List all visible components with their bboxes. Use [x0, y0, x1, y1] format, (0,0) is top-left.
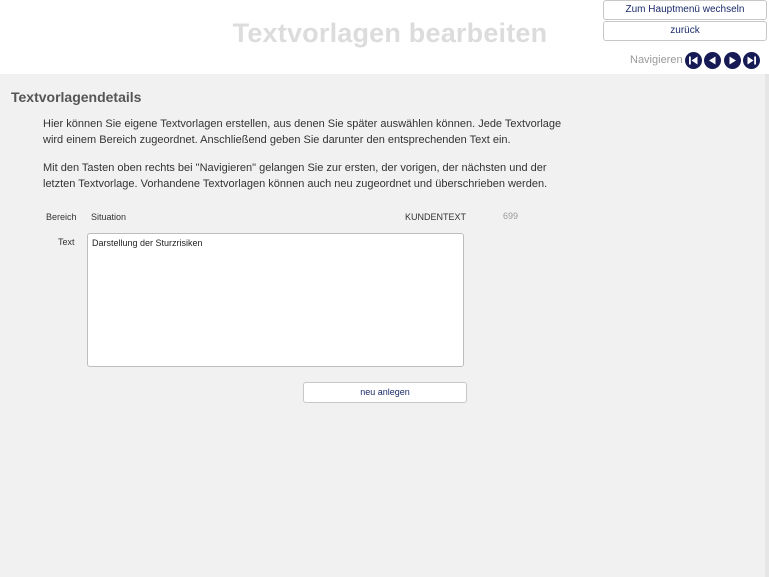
description-paragraph-2: Mit den Tasten oben rechts bei "Navigier…: [43, 160, 563, 192]
nav-last-button[interactable]: [743, 52, 760, 69]
back-button[interactable]: zurück: [603, 21, 767, 41]
header: Textvorlagen bearbeiten Zum Hauptmenü we…: [0, 0, 769, 74]
scrollbar-track[interactable]: [765, 74, 769, 577]
first-record-icon: [689, 56, 698, 65]
description-line: Mit den Tasten oben rechts bei "Navigier…: [43, 162, 547, 174]
new-template-button[interactable]: neu anlegen: [303, 382, 467, 403]
next-record-icon: [729, 56, 736, 65]
main-menu-button[interactable]: Zum Hauptmenü wechseln: [603, 0, 767, 20]
nav-next-button[interactable]: [724, 52, 741, 69]
type-value: KUNDENTEXT: [405, 212, 467, 222]
description-paragraph-1: Hier können Sie eigene Textvorlagen erst…: [43, 116, 563, 148]
text-input[interactable]: Darstellung der Sturzrisiken: [87, 233, 464, 367]
description-line: letzten Textvorlage. Vorhandene Textvorl…: [43, 178, 548, 190]
description-line: Hier können Sie eigene Textvorlagen erst…: [43, 118, 562, 130]
bereich-value[interactable]: Situation: [91, 212, 126, 222]
section-title: Textvorlagendetails: [11, 89, 142, 105]
nav-label: Navigieren: [630, 54, 683, 66]
last-record-icon: [747, 56, 756, 65]
text-label: Text: [58, 237, 75, 247]
description-line: wird einem Bereich zugeordnet. Anschließ…: [43, 134, 511, 146]
bereich-label: Bereich: [46, 212, 77, 222]
nav-previous-button[interactable]: [704, 52, 721, 69]
page-title: Textvorlagen bearbeiten: [232, 18, 548, 48]
nav-first-button[interactable]: [685, 52, 702, 69]
previous-record-icon: [709, 56, 716, 65]
record-id: 699: [503, 211, 519, 221]
